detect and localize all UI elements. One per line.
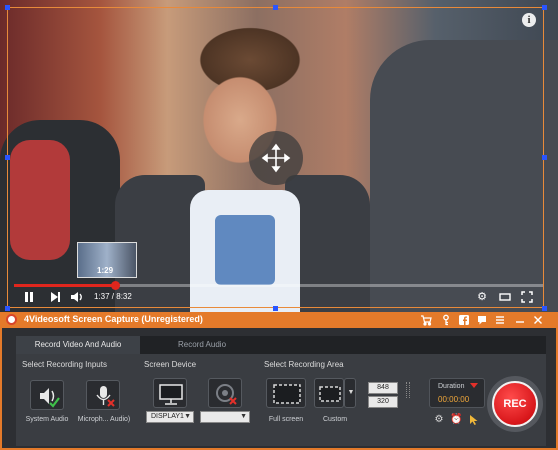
settings-panel: Select Recording Inputs Screen Device Se… bbox=[16, 354, 546, 446]
video-progress-bar[interactable] bbox=[14, 281, 543, 290]
webcam-select[interactable]: ▼ bbox=[200, 411, 250, 423]
gear-icon[interactable]: ⚙ bbox=[433, 414, 445, 426]
duration-value: 00:00:00 bbox=[438, 395, 470, 404]
display-select[interactable]: DISPLAY1 ▼ bbox=[146, 411, 194, 423]
settings-icon[interactable]: ⚙ bbox=[475, 290, 489, 304]
app-title-bar[interactable]: 4Videosoft Screen Capture (Unregistered) bbox=[0, 312, 558, 328]
app-title: 4Videosoft Screen Capture (Unregistered) bbox=[24, 314, 203, 324]
full-screen-label: Full screen bbox=[268, 416, 304, 423]
duration-marker-icon bbox=[470, 383, 478, 388]
chevron-down-icon: ▼ bbox=[347, 389, 355, 396]
microphone-label: Microph... Audio) bbox=[77, 416, 131, 423]
resize-handle-top-left[interactable] bbox=[5, 5, 10, 10]
screen: i 1:29 1:37 / 8:32 ⚙ 4Videosoft Screen C… bbox=[0, 0, 558, 450]
cursor-icon[interactable] bbox=[468, 414, 480, 426]
move-handle[interactable] bbox=[249, 131, 303, 185]
microphone-button[interactable] bbox=[86, 380, 120, 410]
app-logo-icon bbox=[6, 314, 17, 325]
area-width-input[interactable]: 848 bbox=[368, 382, 398, 394]
chat-icon[interactable] bbox=[476, 314, 488, 326]
next-icon[interactable] bbox=[48, 290, 62, 304]
volume-icon[interactable] bbox=[70, 290, 84, 304]
tab-record-video-audio[interactable]: Record Video And Audio bbox=[16, 336, 140, 354]
cart-icon[interactable] bbox=[420, 314, 432, 326]
theater-mode-icon[interactable] bbox=[498, 290, 512, 304]
section-label-device: Screen Device bbox=[144, 360, 197, 369]
display-device-button[interactable] bbox=[153, 378, 187, 408]
system-audio-button[interactable] bbox=[30, 380, 64, 410]
info-icon[interactable]: i bbox=[522, 13, 536, 27]
menu-icon[interactable] bbox=[494, 314, 506, 326]
full-screen-button[interactable] bbox=[266, 378, 306, 408]
section-label-area: Select Recording Area bbox=[264, 360, 344, 369]
system-audio-label: System Audio bbox=[25, 416, 69, 423]
webcam-icon bbox=[216, 384, 237, 405]
section-label-inputs: Select Recording Inputs bbox=[22, 360, 107, 369]
webcam-device-button[interactable] bbox=[208, 378, 242, 408]
speaker-icon bbox=[40, 388, 60, 408]
video-progress-knob[interactable] bbox=[110, 281, 120, 290]
resize-handle-top[interactable] bbox=[273, 5, 278, 10]
custom-area-icon bbox=[319, 386, 341, 402]
rec-button-ring: REC bbox=[487, 376, 543, 432]
monitor-icon bbox=[159, 384, 183, 405]
resize-handle-right[interactable] bbox=[542, 155, 547, 160]
microphone-icon bbox=[96, 386, 115, 407]
custom-area-dropdown[interactable]: ▼ bbox=[344, 378, 356, 408]
resize-handle-top-right[interactable] bbox=[542, 5, 547, 10]
mode-tabs: Record Video And Audio Record Audio bbox=[16, 336, 546, 354]
resize-handle-bottom[interactable] bbox=[273, 306, 278, 311]
alarm-clock-icon[interactable]: ⏰ bbox=[450, 414, 462, 426]
resize-handle-bottom-right[interactable] bbox=[542, 306, 547, 311]
resize-handle-left[interactable] bbox=[5, 155, 10, 160]
resize-handle-bottom-left[interactable] bbox=[5, 306, 10, 311]
custom-label: Custom bbox=[322, 416, 348, 423]
chevron-down-icon: ▼ bbox=[240, 413, 247, 420]
custom-area-button[interactable] bbox=[314, 378, 344, 408]
divider bbox=[406, 382, 410, 398]
duration-label: Duration bbox=[438, 383, 465, 390]
thumbnail-time: 1:29 bbox=[97, 266, 114, 275]
fullscreen-icon[interactable] bbox=[520, 290, 534, 304]
display-select-value: DISPLAY1 bbox=[151, 413, 184, 420]
close-icon[interactable] bbox=[532, 314, 544, 326]
facebook-icon[interactable] bbox=[458, 314, 470, 326]
tab-record-audio[interactable]: Record Audio bbox=[140, 336, 264, 354]
area-height-input[interactable]: 320 bbox=[368, 396, 398, 408]
minimize-icon[interactable] bbox=[514, 314, 526, 326]
video-progress-fill bbox=[14, 284, 115, 287]
key-icon[interactable] bbox=[440, 314, 452, 326]
app-body: Record Video And Audio Record Audio Sele… bbox=[0, 328, 558, 450]
full-screen-icon bbox=[273, 384, 301, 404]
rec-button[interactable]: REC bbox=[492, 381, 538, 427]
duration-panel: Duration 00:00:00 bbox=[429, 378, 485, 408]
player-controls: 1:37 / 8:32 ⚙ bbox=[14, 290, 544, 306]
move-icon bbox=[261, 143, 291, 173]
chevron-down-icon: ▼ bbox=[184, 413, 191, 420]
pause-icon[interactable] bbox=[22, 290, 36, 304]
video-preview: i 1:29 1:37 / 8:32 ⚙ bbox=[0, 0, 558, 312]
video-time: 1:37 / 8:32 bbox=[94, 292, 132, 301]
